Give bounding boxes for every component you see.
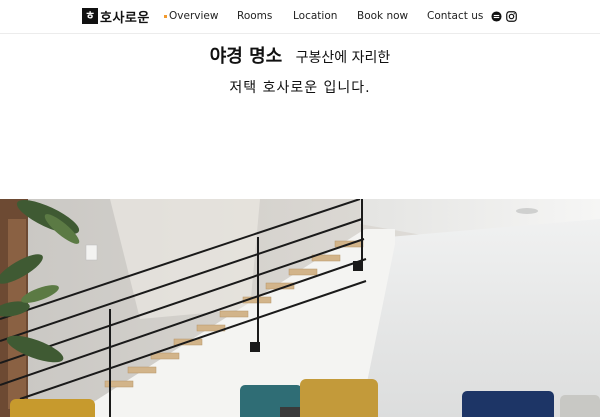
nav-rooms[interactable]: Rooms	[237, 10, 272, 22]
nav-contact-us[interactable]: Contact us	[427, 10, 483, 22]
nav-overview[interactable]: Overview	[164, 10, 219, 22]
hero-highlight: 야경 명소	[209, 46, 283, 67]
hero-headline: 야경 명소 구봉산에 자리한 저택 호사로운 입니다.	[0, 44, 600, 101]
interior-staircase-image	[0, 199, 600, 417]
logo-icon: ㅎ	[82, 8, 98, 24]
brand-name: 호사로운	[100, 10, 150, 26]
hero-line-2: 저택 호사로운 입니다.	[229, 80, 371, 96]
nav-book-now[interactable]: Book now	[357, 10, 408, 22]
brand-logo[interactable]: ㅎ 호사로운	[82, 7, 150, 26]
hero-photo	[0, 199, 600, 417]
hero-line-1: 야경 명소 구봉산에 자리한	[0, 44, 600, 71]
top-navigation: ㅎ 호사로운 Overview Rooms Location Book now …	[0, 0, 600, 34]
instagram-icon[interactable]	[506, 11, 517, 22]
blog-icon[interactable]	[491, 11, 502, 22]
active-indicator	[164, 15, 167, 18]
nav-overview-label: Overview	[169, 10, 219, 22]
nav-location[interactable]: Location	[293, 10, 337, 22]
hero-line-1-rest: 구봉산에 자리한	[295, 50, 391, 66]
